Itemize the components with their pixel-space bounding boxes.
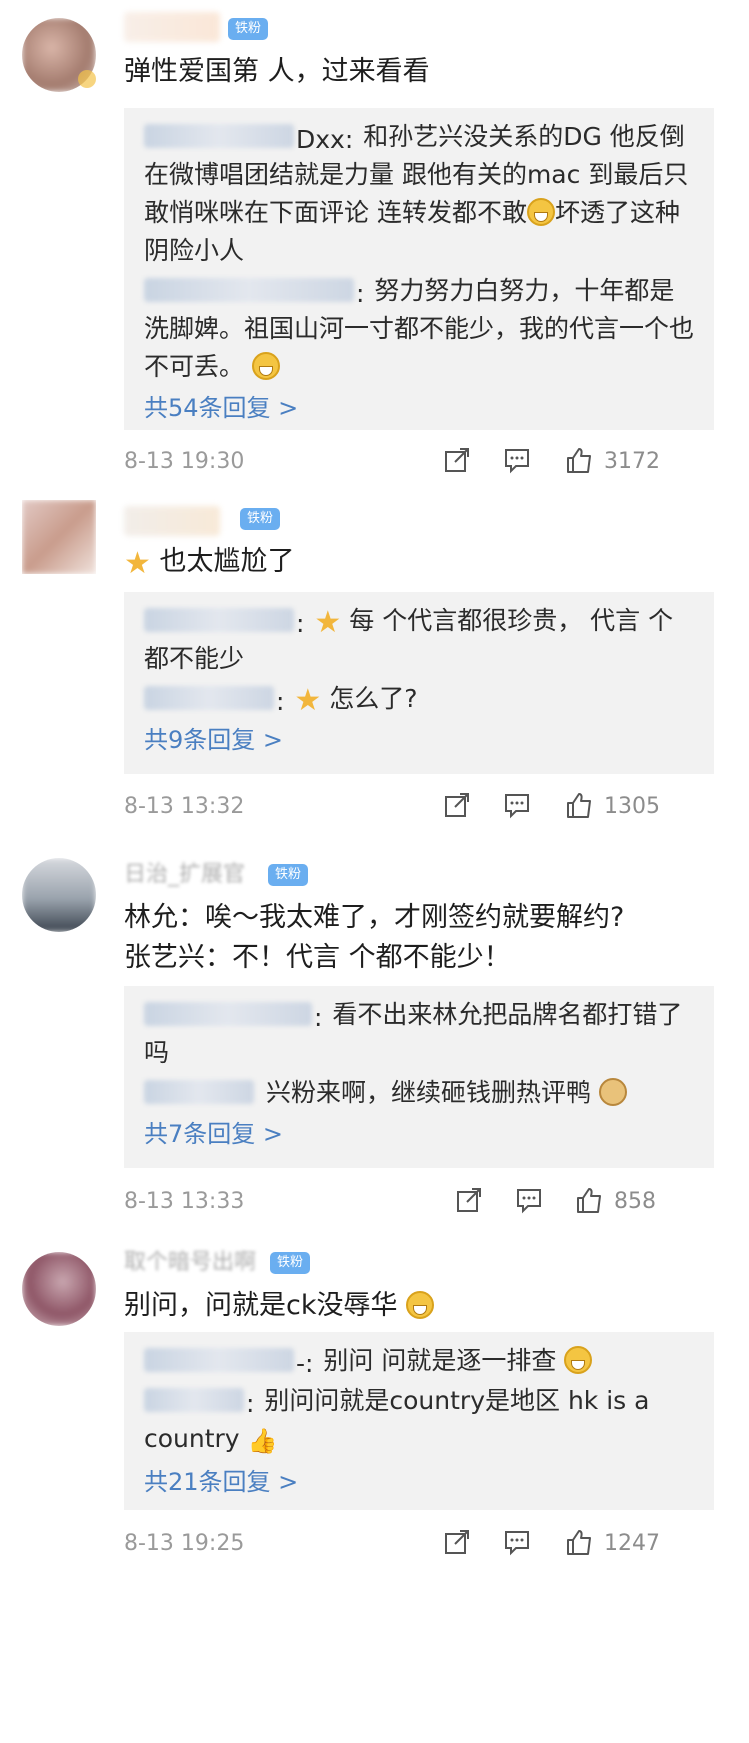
like-count: 3172 — [604, 449, 660, 474]
grin-emoji-icon — [251, 352, 280, 380]
fan-badge: 铁粉 — [270, 1252, 311, 1274]
reply-username — [144, 608, 294, 632]
fan-badge: 铁粉 — [268, 864, 309, 886]
thumbs-up-emoji-icon: 👍 — [247, 1427, 278, 1455]
reply-item[interactable]: : ★ 每 个代言都很珍贵， 代言 个都不能少 — [144, 602, 696, 678]
timestamp: 8-13 13:32 — [124, 794, 245, 819]
reply-item[interactable]: : 别问问就是country是地区 hk is a country 👍 — [144, 1382, 696, 1460]
comment-card: 铁粉 ★ 也太尴尬了 : ★ 每 个代言都很珍贵， 代言 个都不能少 : ★ 怎… — [0, 490, 749, 850]
comment-text: ★ 也太尴尬了 — [124, 546, 295, 581]
username[interactable] — [124, 12, 220, 42]
comment-meta: 8-13 19:25 1247 — [124, 1525, 724, 1565]
share-icon[interactable] — [454, 1185, 484, 1219]
star-icon: ★ — [294, 683, 322, 718]
reply-box[interactable]: -: 别问 问就是逐一排查 : 别问问就是country是地区 hk is a … — [124, 1332, 714, 1510]
more-replies-link[interactable]: 共9条回复 > — [144, 720, 696, 760]
reply-text: 兴粉来啊，继续砸钱删热评鸭 — [265, 1078, 591, 1107]
grin-emoji-icon — [406, 1291, 435, 1319]
reply-username — [144, 124, 294, 148]
reply-box[interactable]: : 看不出来林允把品牌名都打错了吗 兴粉来啊，继续砸钱删热评鸭 共7条回复 > — [124, 986, 714, 1168]
timestamp: 8-13 13:33 — [124, 1189, 245, 1214]
comment-icon[interactable] — [502, 790, 532, 824]
comment-line: 张艺兴：不！代言 个都不能少！ — [124, 942, 511, 973]
star-icon: ★ — [124, 546, 151, 581]
like-count: 858 — [614, 1189, 656, 1214]
like-count: 1247 — [604, 1531, 660, 1556]
vip-icon — [78, 70, 96, 88]
comment-meta: 8-13 13:33 858 — [124, 1183, 724, 1223]
fan-badge: 铁粉 — [228, 18, 269, 40]
grin-emoji-icon — [564, 1346, 593, 1374]
reply-username — [144, 278, 354, 302]
reply-item[interactable]: : ★ 怎么了? — [144, 680, 696, 718]
like-icon[interactable] — [564, 1527, 594, 1561]
comment-text: 弹性爱国第 人，过来看看 — [124, 56, 430, 87]
reply-username — [144, 686, 274, 710]
comment-icon[interactable] — [514, 1185, 544, 1219]
comment-text: 林允：唉～我太难了，才刚签约就要解约? 张艺兴：不！代言 个都不能少！ — [124, 898, 709, 978]
star-icon: ★ — [314, 605, 342, 640]
avatar[interactable] — [22, 500, 96, 574]
comment-card: 日治_扩展官 铁粉 林允：唉～我太难了，才刚签约就要解约? 张艺兴：不！代言 个… — [0, 850, 749, 1240]
reply-box[interactable]: Dxx: 和孙艺兴没关系的DG 他反倒在微博唱团结就是力量 跟他有关的mac 到… — [124, 108, 714, 430]
reply-item[interactable]: : 努力努力白努力，十年都是洗脚婢。祖国山河一寸都不能少，我的代言一个也不可丢。 — [144, 272, 696, 386]
timestamp: 8-13 19:30 — [124, 449, 245, 474]
reply-item[interactable]: : 看不出来林允把品牌名都打错了吗 — [144, 996, 696, 1072]
reply-username — [144, 1080, 254, 1104]
comment-line: 林允：唉～我太难了，才刚签约就要解约? — [124, 902, 625, 933]
like-icon[interactable] — [564, 790, 594, 824]
like-icon[interactable] — [574, 1185, 604, 1219]
doge-emoji-icon — [598, 1078, 627, 1106]
username[interactable]: 日治_扩展官 — [124, 860, 262, 890]
reply-text: 别问 问就是逐一排查 — [323, 1346, 557, 1375]
comment-card: 铁粉 弹性爱国第 人，过来看看 Dxx: 和孙艺兴没关系的DG 他反倒在微博唱团… — [0, 0, 749, 490]
reply-item[interactable]: 兴粉来啊，继续砸钱删热评鸭 — [144, 1074, 696, 1112]
share-icon[interactable] — [442, 1527, 472, 1561]
more-replies-link[interactable]: 共21条回复 > — [144, 1462, 696, 1502]
reply-text: 怎么了? — [329, 684, 418, 713]
grin-emoji-icon — [526, 198, 555, 226]
like-icon[interactable] — [564, 445, 594, 479]
comment-icon[interactable] — [502, 445, 532, 479]
more-replies-link[interactable]: 共54条回复 > — [144, 388, 696, 428]
share-icon[interactable] — [442, 445, 472, 479]
comment-meta: 8-13 19:30 3172 — [124, 443, 724, 483]
comment-text: 别问，问就是ck没辱华 — [124, 1286, 709, 1326]
reply-box[interactable]: : ★ 每 个代言都很珍贵， 代言 个都不能少 : ★ 怎么了? 共9条回复 > — [124, 592, 714, 774]
more-replies-link[interactable]: 共7条回复 > — [144, 1114, 696, 1154]
share-icon[interactable] — [442, 790, 472, 824]
username[interactable] — [124, 506, 220, 536]
reply-item[interactable]: Dxx: 和孙艺兴没关系的DG 他反倒在微博唱团结就是力量 跟他有关的mac 到… — [144, 118, 696, 270]
comment-meta: 8-13 13:32 1305 — [124, 788, 724, 828]
comment-card: 取个暗号出啊 铁粉 别问，问就是ck没辱华 -: 别问 问就是逐一排查 : 别问… — [0, 1240, 749, 1743]
fan-badge: 铁粉 — [240, 508, 281, 530]
avatar[interactable] — [22, 858, 96, 932]
reply-username — [144, 1388, 244, 1412]
avatar[interactable] — [22, 1252, 96, 1326]
timestamp: 8-13 19:25 — [124, 1531, 245, 1556]
username[interactable]: 取个暗号出啊 — [124, 1248, 274, 1278]
reply-item[interactable]: -: 别问 问就是逐一排查 — [144, 1342, 696, 1380]
reply-username — [144, 1002, 312, 1026]
comment-icon[interactable] — [502, 1527, 532, 1561]
reply-username — [144, 1348, 294, 1372]
like-count: 1305 — [604, 794, 660, 819]
